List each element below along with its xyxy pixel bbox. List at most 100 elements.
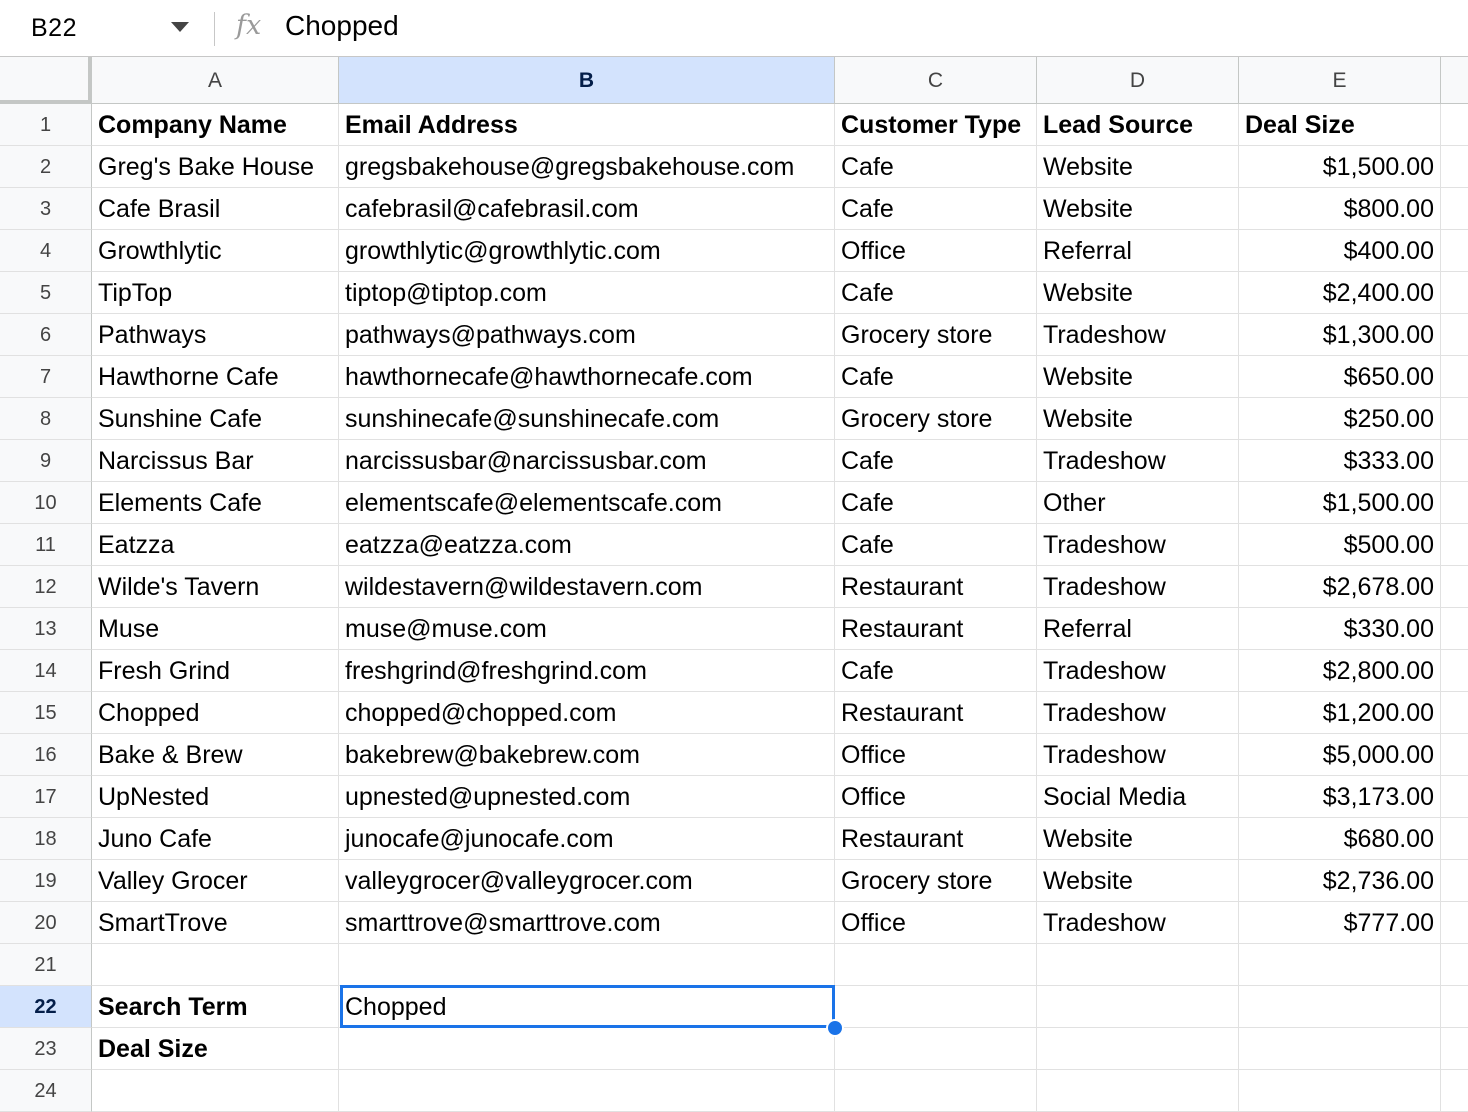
cell-e7[interactable]: $650.00 (1239, 356, 1441, 398)
cell-b4[interactable]: growthlytic@growthlytic.com (339, 230, 835, 272)
row-header-1[interactable]: 1 (0, 104, 92, 146)
cell-b22[interactable]: Chopped (339, 986, 835, 1028)
cell-overflow-4[interactable] (1441, 230, 1468, 272)
row-header-20[interactable]: 20 (0, 902, 92, 944)
cell-d4[interactable]: Referral (1037, 230, 1239, 272)
formula-input[interactable]: Chopped (285, 10, 399, 42)
cell-d6[interactable]: Tradeshow (1037, 314, 1239, 356)
row-header-6[interactable]: 6 (0, 314, 92, 356)
cell-b17[interactable]: upnested@upnested.com (339, 776, 835, 818)
cell-overflow-9[interactable] (1441, 440, 1468, 482)
chevron-down-icon[interactable] (171, 22, 189, 32)
cell-c1[interactable]: Customer Type (835, 104, 1037, 146)
cell-e24[interactable] (1239, 1070, 1441, 1112)
cell-overflow-11[interactable] (1441, 524, 1468, 566)
cell-a4[interactable]: Growthlytic (92, 230, 339, 272)
cell-b6[interactable]: pathways@pathways.com (339, 314, 835, 356)
cell-b13[interactable]: muse@muse.com (339, 608, 835, 650)
cell-a18[interactable]: Juno Cafe (92, 818, 339, 860)
column-header-a[interactable]: A (92, 57, 339, 104)
cell-e22[interactable] (1239, 986, 1441, 1028)
row-header-21[interactable]: 21 (0, 944, 92, 986)
row-header-24[interactable]: 24 (0, 1070, 92, 1112)
cell-e5[interactable]: $2,400.00 (1239, 272, 1441, 314)
cell-d16[interactable]: Tradeshow (1037, 734, 1239, 776)
cell-a3[interactable]: Cafe Brasil (92, 188, 339, 230)
cell-c5[interactable]: Cafe (835, 272, 1037, 314)
cell-e13[interactable]: $330.00 (1239, 608, 1441, 650)
cell-a23[interactable]: Deal Size (92, 1028, 339, 1070)
cell-b21[interactable] (339, 944, 835, 986)
cell-overflow-2[interactable] (1441, 146, 1468, 188)
cell-c18[interactable]: Restaurant (835, 818, 1037, 860)
cell-b9[interactable]: narcissusbar@narcissusbar.com (339, 440, 835, 482)
cell-overflow-6[interactable] (1441, 314, 1468, 356)
cell-a8[interactable]: Sunshine Cafe (92, 398, 339, 440)
cell-a10[interactable]: Elements Cafe (92, 482, 339, 524)
cell-b5[interactable]: tiptop@tiptop.com (339, 272, 835, 314)
cell-e10[interactable]: $1,500.00 (1239, 482, 1441, 524)
cell-a13[interactable]: Muse (92, 608, 339, 650)
row-header-18[interactable]: 18 (0, 818, 92, 860)
cell-d7[interactable]: Website (1037, 356, 1239, 398)
cell-overflow-22[interactable] (1441, 986, 1468, 1028)
cell-a20[interactable]: SmartTrove (92, 902, 339, 944)
row-header-22[interactable]: 22 (0, 986, 92, 1028)
row-header-7[interactable]: 7 (0, 356, 92, 398)
row-header-15[interactable]: 15 (0, 692, 92, 734)
cell-b15[interactable]: chopped@chopped.com (339, 692, 835, 734)
cell-b7[interactable]: hawthornecafe@hawthornecafe.com (339, 356, 835, 398)
cell-c6[interactable]: Grocery store (835, 314, 1037, 356)
cell-a14[interactable]: Fresh Grind (92, 650, 339, 692)
column-header-c[interactable]: C (835, 57, 1037, 104)
row-header-12[interactable]: 12 (0, 566, 92, 608)
cell-d15[interactable]: Tradeshow (1037, 692, 1239, 734)
cell-e19[interactable]: $2,736.00 (1239, 860, 1441, 902)
cell-b3[interactable]: cafebrasil@cafebrasil.com (339, 188, 835, 230)
cell-b23[interactable] (339, 1028, 835, 1070)
cell-overflow-12[interactable] (1441, 566, 1468, 608)
column-header-e[interactable]: E (1239, 57, 1441, 104)
cell-c20[interactable]: Office (835, 902, 1037, 944)
cell-c2[interactable]: Cafe (835, 146, 1037, 188)
cell-d18[interactable]: Website (1037, 818, 1239, 860)
cell-c22[interactable] (835, 986, 1037, 1028)
cell-c7[interactable]: Cafe (835, 356, 1037, 398)
row-header-2[interactable]: 2 (0, 146, 92, 188)
select-all-corner[interactable] (0, 57, 92, 104)
row-header-8[interactable]: 8 (0, 398, 92, 440)
cell-a6[interactable]: Pathways (92, 314, 339, 356)
cell-d5[interactable]: Website (1037, 272, 1239, 314)
column-header-overflow[interactable] (1441, 57, 1468, 104)
cell-b10[interactable]: elementscafe@elementscafe.com (339, 482, 835, 524)
row-header-11[interactable]: 11 (0, 524, 92, 566)
row-header-16[interactable]: 16 (0, 734, 92, 776)
cell-e11[interactable]: $500.00 (1239, 524, 1441, 566)
cell-b19[interactable]: valleygrocer@valleygrocer.com (339, 860, 835, 902)
cell-overflow-18[interactable] (1441, 818, 1468, 860)
cell-b2[interactable]: gregsbakehouse@gregsbakehouse.com (339, 146, 835, 188)
cell-a21[interactable] (92, 944, 339, 986)
cell-a12[interactable]: Wilde's Tavern (92, 566, 339, 608)
cell-a11[interactable]: Eatzza (92, 524, 339, 566)
cell-e18[interactable]: $680.00 (1239, 818, 1441, 860)
cell-b8[interactable]: sunshinecafe@sunshinecafe.com (339, 398, 835, 440)
cell-a7[interactable]: Hawthorne Cafe (92, 356, 339, 398)
row-header-10[interactable]: 10 (0, 482, 92, 524)
cell-overflow-10[interactable] (1441, 482, 1468, 524)
cell-e23[interactable] (1239, 1028, 1441, 1070)
cell-b18[interactable]: junocafe@junocafe.com (339, 818, 835, 860)
cell-e9[interactable]: $333.00 (1239, 440, 1441, 482)
cell-a24[interactable] (92, 1070, 339, 1112)
cell-e4[interactable]: $400.00 (1239, 230, 1441, 272)
row-header-19[interactable]: 19 (0, 860, 92, 902)
cell-a22[interactable]: Search Term (92, 986, 339, 1028)
cell-a9[interactable]: Narcissus Bar (92, 440, 339, 482)
cell-overflow-1[interactable] (1441, 104, 1468, 146)
cell-b12[interactable]: wildestavern@wildestavern.com (339, 566, 835, 608)
cell-b16[interactable]: bakebrew@bakebrew.com (339, 734, 835, 776)
cell-overflow-16[interactable] (1441, 734, 1468, 776)
row-header-23[interactable]: 23 (0, 1028, 92, 1070)
cell-overflow-23[interactable] (1441, 1028, 1468, 1070)
cell-b24[interactable] (339, 1070, 835, 1112)
